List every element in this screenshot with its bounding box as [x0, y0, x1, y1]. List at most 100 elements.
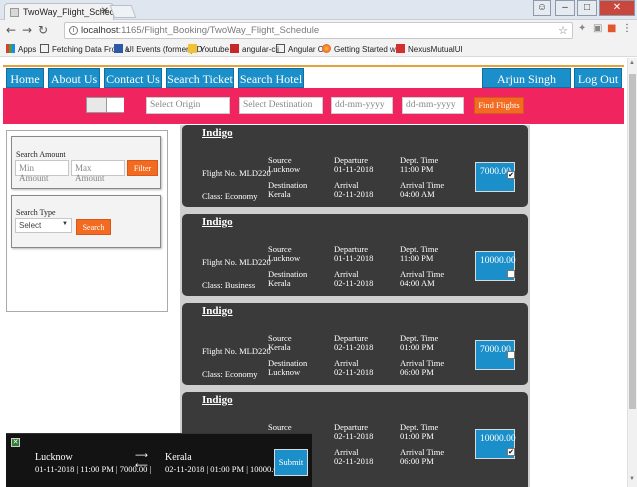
source-value: Kerala — [268, 342, 291, 352]
dept-time-value: 11:00 PM — [400, 164, 434, 174]
price-select-box[interactable]: 10000.00 — [475, 251, 516, 281]
page-icon — [40, 44, 49, 53]
maximize-button[interactable]: □ — [577, 0, 597, 16]
menu-dots-icon[interactable]: ⋮ — [622, 23, 632, 34]
person-icon[interactable]: ☺ — [533, 0, 551, 16]
flight-search-bar: Select Origin Select Destination dd-mm-y… — [3, 88, 624, 124]
bookmark-item[interactable]: Getting Started with — [322, 44, 404, 54]
min-amount-input[interactable]: Min Amount — [15, 160, 69, 183]
nav-contact-us[interactable]: Contact Us — [104, 68, 162, 88]
new-tab-button[interactable] — [109, 5, 137, 18]
dept-time-value: 11:00 PM — [400, 253, 434, 263]
departure-value: 02-11-2018 — [334, 431, 374, 441]
address-bar: ← → ↻ i localhost:1165/Flight_Booking/Tw… — [0, 20, 637, 41]
find-flights-button[interactable]: Find Flights — [474, 97, 524, 114]
folder-icon — [188, 44, 197, 53]
airline-name: Indigo — [202, 127, 233, 139]
nav-search-hotel[interactable]: Search Hotel — [238, 68, 304, 88]
summary-to-city: Kerala — [165, 452, 192, 463]
type-filter-title: Search Type — [16, 208, 56, 217]
arrival-value: 02-11-2018 — [334, 278, 374, 288]
flight-number: Flight No. MLD220 — [202, 257, 271, 267]
bookmark-item[interactable]: angular-cli — [230, 44, 279, 54]
url-input[interactable]: i localhost:1165/Flight_Booking/TwoWay_F… — [64, 22, 573, 39]
trip-type-toggle[interactable] — [86, 97, 124, 113]
page-content: Home About Us Contact Us Search Ticket S… — [0, 58, 627, 487]
filter-button[interactable]: Filter — [127, 160, 158, 176]
forward-arrow-icon[interactable]: → — [22, 23, 32, 37]
bookmark-item[interactable]: NexusMutualUI — [396, 44, 463, 54]
summary-from-details: 01-11-2018 | 11:00 PM | 7000.00 | — [35, 464, 152, 474]
scrollbar-thumb[interactable] — [629, 74, 636, 409]
departure-value: 02-11-2018 — [334, 342, 374, 352]
airline-name: Indigo — [202, 216, 233, 228]
flight-class: Class: Economy — [202, 369, 258, 379]
arrival-value: 02-11-2018 — [334, 189, 374, 199]
browser-tab-strip: TwoWay_Flight_Schedule ✕ ☺ – □ ✕ — [0, 0, 637, 20]
bookmark-item[interactable]: Apps — [6, 44, 36, 54]
origin-input[interactable]: Select Origin — [146, 97, 230, 114]
type-filter-box: Search Type Select ▼ Search — [11, 195, 161, 248]
search-type-button[interactable]: Search — [76, 219, 111, 235]
nav-home[interactable]: Home — [6, 68, 44, 88]
source-value: Lucknow — [268, 164, 301, 174]
extension-icon[interactable]: ■ — [607, 23, 616, 34]
nav-search-ticket[interactable]: Search Ticket — [166, 68, 234, 88]
extension-icon[interactable]: ✦ — [578, 23, 586, 34]
depart-date-input[interactable]: dd-mm-yyyy — [331, 97, 393, 114]
extension-icon[interactable]: ▣ — [593, 23, 602, 34]
price-select-box[interactable]: 7000.00 — [475, 340, 515, 370]
bookmarks-bar: Apps Fetching Data From a UI Events (for… — [0, 41, 637, 57]
flight-class: Class: Business — [202, 280, 256, 290]
reload-icon[interactable]: ↻ — [38, 23, 48, 37]
scroll-up-icon[interactable]: ▲ — [629, 60, 635, 66]
arrow-right-icon: ⟶ — [135, 451, 148, 461]
type-select[interactable]: Select ▼ — [15, 218, 72, 233]
selection-summary-panel: ✕ Lucknow 01-11-2018 | 11:00 PM | 7000.0… — [6, 433, 312, 487]
vertical-scrollbar[interactable]: ▲ ▼ — [627, 58, 637, 487]
amount-filter-box: Search Amount Min Amount Max Amount Filt… — [11, 136, 161, 189]
page-icon — [276, 44, 285, 53]
logout-button[interactable]: Log Out — [574, 68, 622, 88]
dept-time-value: 01:00 PM — [400, 342, 434, 352]
scroll-down-icon[interactable]: ▼ — [629, 476, 635, 482]
close-summary-icon[interactable]: ✕ — [11, 438, 20, 447]
max-amount-input[interactable]: Max Amount — [71, 160, 125, 183]
select-flight-checkbox[interactable] — [507, 270, 515, 278]
select-flight-checkbox[interactable]: ✔ — [507, 448, 515, 456]
price-select-box[interactable]: 10000.00 ✔ — [475, 429, 516, 459]
minimize-button[interactable]: – — [555, 0, 575, 16]
return-date-input[interactable]: dd-mm-yyyy — [402, 97, 464, 114]
toggle-knob — [106, 98, 124, 112]
back-arrow-icon[interactable]: ← — [6, 23, 16, 37]
select-flight-checkbox[interactable]: ✔ — [507, 171, 515, 179]
submit-button[interactable]: Submit — [274, 449, 308, 476]
departure-value: 01-11-2018 — [334, 253, 374, 263]
flight-card: Indigo Flight No. MLD220 Class: Business… — [182, 214, 528, 296]
bookmark-star-icon[interactable]: ☆ — [558, 24, 568, 37]
browser-tab[interactable]: TwoWay_Flight_Schedule ✕ — [4, 3, 114, 20]
close-window-button[interactable]: ✕ — [599, 0, 635, 16]
chevron-down-icon: ▼ — [62, 221, 68, 227]
summary-to-details: 02-11-2018 | 01:00 PM | 10000.00 | — [165, 464, 286, 474]
flight-card: Indigo Flight No. MLD220 Class: Economy … — [182, 303, 528, 385]
url-path: :1165/Flight_Booking/TwoWay_Flight_Sched… — [118, 25, 320, 36]
destination-input[interactable]: Select Destination — [239, 97, 323, 114]
select-flight-checkbox[interactable] — [507, 351, 515, 359]
arrival-value: 02-11-2018 — [334, 367, 374, 377]
info-icon[interactable]: i — [69, 26, 78, 35]
tab-close-icon[interactable]: ✕ — [101, 6, 109, 17]
page-favicon-icon — [10, 8, 19, 17]
departure-value: 01-11-2018 — [334, 164, 374, 174]
arrow-left-icon: ⟵ — [135, 461, 148, 471]
user-name[interactable]: Arjun Singh Bisht — [482, 68, 571, 106]
nav-about-us[interactable]: About Us — [48, 68, 100, 88]
flight-class: Class: Economy — [202, 191, 258, 201]
bookmark-item[interactable]: Angular Cli — [276, 44, 327, 54]
url-host: localhost — [81, 25, 119, 36]
bookmark-item[interactable]: Youtube — [188, 44, 229, 54]
arrival-time-value: 04:00 AM — [400, 189, 435, 199]
price-select-box[interactable]: 7000.00 ✔ — [475, 162, 515, 192]
arrival-time-value: 06:00 PM — [400, 367, 434, 377]
destination-value: Lucknow — [268, 367, 301, 377]
